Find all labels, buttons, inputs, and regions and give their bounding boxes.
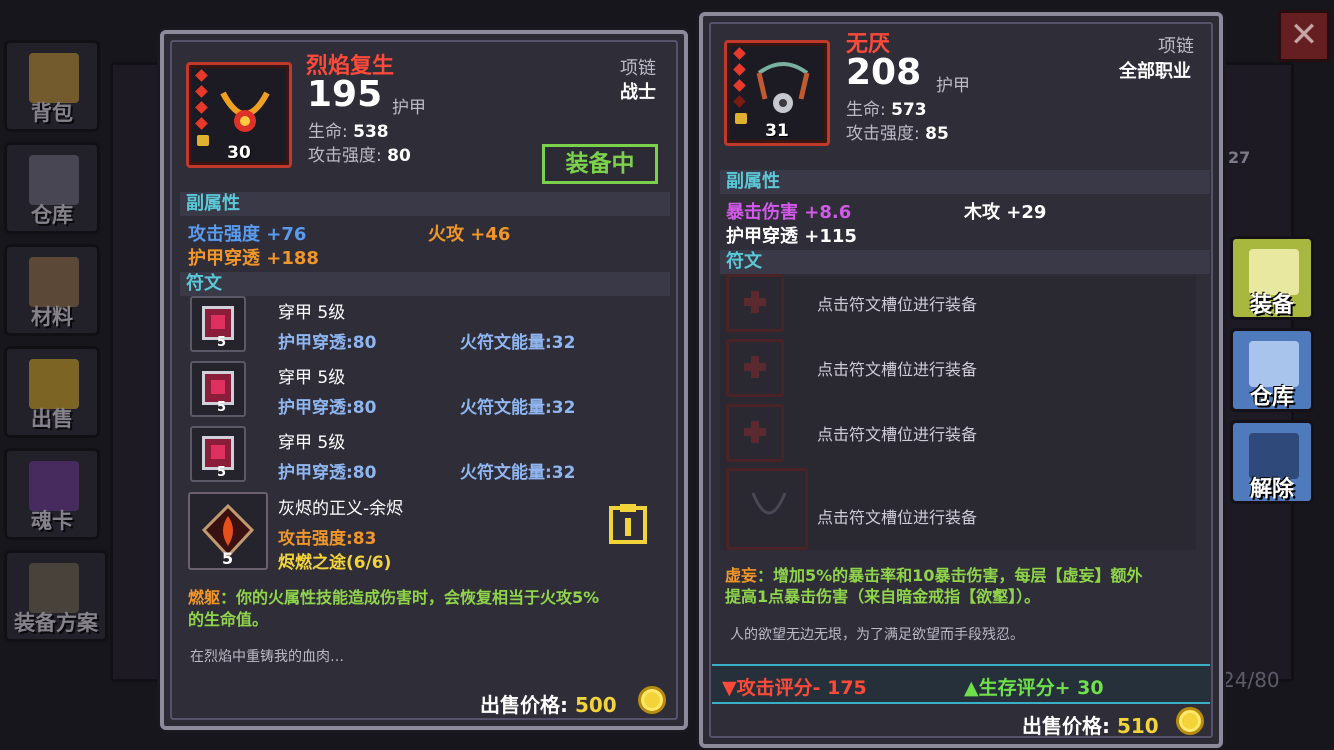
nav-soul-card[interactable]: 魂卡 xyxy=(4,448,100,540)
warehouse-button-label: 仓库 xyxy=(1249,385,1294,410)
nav-equipment-plan[interactable]: 装备方案 xyxy=(4,550,108,642)
unlock-button[interactable]: 解除 xyxy=(1230,420,1314,504)
stat-attack: 攻击强度: 85 xyxy=(846,124,949,144)
sub-attr: 护甲穿透 +115 xyxy=(726,226,857,247)
nav-warehouse[interactable]: 仓库 xyxy=(4,142,100,234)
rune-name: 穿甲 5级 xyxy=(278,368,346,388)
nav-label: 背包 xyxy=(31,101,73,125)
sub-attr-header: 副属性 xyxy=(180,192,670,216)
bg-item-level: 27 xyxy=(1228,148,1251,167)
nav-label: 装备方案 xyxy=(14,611,98,635)
gold-coin-icon xyxy=(638,686,666,714)
nav-label: 魂卡 xyxy=(31,509,73,533)
necklace-icon xyxy=(756,62,810,113)
armor-value: 208 xyxy=(846,52,922,93)
rune-stat: 护甲穿透:80 xyxy=(278,463,377,483)
empty-rune-slot[interactable] xyxy=(726,339,784,397)
warehouse-button[interactable]: 仓库 xyxy=(1230,328,1314,412)
rune-slot[interactable]: 5 xyxy=(190,361,246,417)
bg-inventory-count: 24/80 xyxy=(1222,668,1280,692)
sell-price: 出售价格: 510 xyxy=(1022,714,1159,738)
materials-icon xyxy=(29,257,79,307)
rune-stat: 护甲穿透:80 xyxy=(278,333,377,353)
nav-sell[interactable]: 出售 xyxy=(4,346,100,438)
item-type: 项链 xyxy=(1158,36,1194,57)
stat-hp: 生命: 538 xyxy=(308,122,389,142)
rune-stat: 火符文能量:32 xyxy=(460,398,576,418)
close-icon: ✕ xyxy=(1289,15,1319,55)
close-button[interactable]: ✕ xyxy=(1278,10,1330,62)
rune-slot[interactable]: 5 xyxy=(190,296,246,352)
rune-name: 穿甲 5级 xyxy=(278,303,346,323)
special-rune-stat: 攻击强度:83 xyxy=(278,529,377,549)
flavor-text: 在烈焰中重铸我的血肉… xyxy=(190,649,344,665)
warehouse-icon xyxy=(29,155,79,205)
item-icon-frame: 31 xyxy=(724,40,830,146)
nav-label: 仓库 xyxy=(31,203,73,227)
necklace-icon xyxy=(220,91,270,132)
empty-special-rune-slot[interactable] xyxy=(726,468,808,550)
plus-icon xyxy=(744,421,766,443)
item-level: 30 xyxy=(227,143,251,163)
equip-button[interactable]: 装备 xyxy=(1230,236,1314,320)
rune-slot[interactable]: 5 xyxy=(190,426,246,482)
stat-hp: 生命: 573 xyxy=(846,100,927,120)
rune-slot-hint: 点击符文槽位进行装备 xyxy=(817,295,978,314)
sub-attr: 护甲穿透 +188 xyxy=(188,248,319,269)
effect-text: 燃躯：你的火属性技能造成伤害时，会恢复相当于火攻5% xyxy=(188,588,600,607)
gold-coin-icon xyxy=(1176,707,1204,735)
sub-attr: 火攻 +46 xyxy=(428,224,511,245)
nav-backpack[interactable]: 背包 xyxy=(4,40,100,132)
survive-score: ▲生存评分+ 30 xyxy=(964,677,1104,699)
flavor-text: 人的欲望无边无垠，为了满足欲望而手段残忍。 xyxy=(730,627,1024,643)
item-type: 项链 xyxy=(620,58,656,79)
armor-label: 护甲 xyxy=(936,76,970,96)
item-icon-frame: 30 xyxy=(186,62,292,168)
attack-score: ▼攻击评分- 175 xyxy=(722,677,867,699)
stat-attack: 攻击强度: 80 xyxy=(308,146,411,166)
sub-attr: 木攻 +29 xyxy=(964,202,1047,223)
sub-attr-header: 副属性 xyxy=(720,170,1210,194)
effect-text-cont: 提高1点暴击伤害（来自暗金戒指【欲壑】）。 xyxy=(725,587,1041,606)
plus-icon xyxy=(744,291,766,313)
rune-slot-hint: 点击符文槽位进行装备 xyxy=(817,425,978,444)
empty-rune-slot[interactable] xyxy=(726,404,784,462)
empty-rune-slot[interactable] xyxy=(726,274,784,332)
rune-stat: 火符文能量:32 xyxy=(460,333,576,353)
nav-label: 材料 xyxy=(31,305,73,329)
rune-slot-hint: 点击符文槽位进行装备 xyxy=(817,360,978,379)
rune-header: 符文 xyxy=(720,250,1210,274)
rune-stat: 火符文能量:32 xyxy=(460,463,576,483)
special-rune-name: 灰烬的正义-余烬 xyxy=(278,499,404,519)
sub-attr: 攻击强度 +76 xyxy=(188,224,307,245)
set-info-icon[interactable] xyxy=(608,502,648,544)
special-rune-slot[interactable]: 5 xyxy=(188,492,268,570)
necklace-outline-icon xyxy=(751,492,787,515)
nav-label: 出售 xyxy=(31,407,73,431)
armor-value: 195 xyxy=(307,74,383,115)
equipment-plan-icon xyxy=(29,563,79,613)
backpack-icon xyxy=(29,53,79,103)
plus-icon xyxy=(744,356,766,378)
sub-attr: 暴击伤害 +8.6 xyxy=(726,202,852,223)
item-level: 31 xyxy=(765,121,789,141)
sell-icon xyxy=(29,359,79,409)
rune-name: 穿甲 5级 xyxy=(278,433,346,453)
nav-materials[interactable]: 材料 xyxy=(4,244,100,336)
rune-slot-hint: 点击符文槽位进行装备 xyxy=(817,508,978,527)
armor-label: 护甲 xyxy=(392,98,426,118)
rune-stat: 护甲穿透:80 xyxy=(278,398,377,418)
equipped-badge: 装备中 xyxy=(542,144,658,184)
rune-header: 符文 xyxy=(180,272,670,296)
sell-price: 出售价格: 500 xyxy=(480,693,617,717)
soul-card-icon xyxy=(29,461,79,511)
item-class: 战士 xyxy=(620,82,656,103)
equip-button-label: 装备 xyxy=(1249,293,1294,318)
unlock-button-label: 解除 xyxy=(1249,477,1294,502)
effect-text-cont: 的生命值。 xyxy=(188,610,269,629)
special-rune-set: 烬燃之途(6/6) xyxy=(278,553,392,573)
item-class: 全部职业 xyxy=(1119,61,1191,82)
